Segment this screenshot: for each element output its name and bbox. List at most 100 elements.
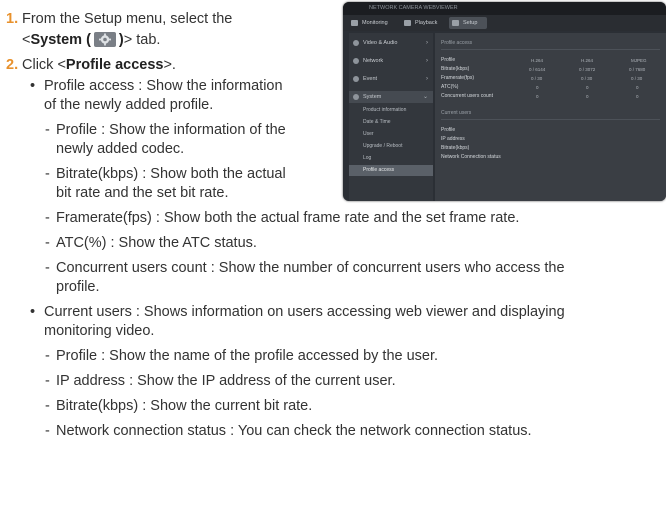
current-item-ip: IP address : Show the IP address of the … [56, 373, 396, 389]
cell: 0 [586, 94, 589, 99]
network-icon [353, 58, 359, 64]
chevron-right-icon: › [426, 40, 428, 46]
step-text-end: >. [163, 57, 176, 73]
profile-access-label: Profile access [65, 57, 164, 73]
sidebar-item-video-audio[interactable]: Video & Audio › [349, 37, 433, 49]
chevron-down-icon: ⌄ [422, 94, 428, 100]
tab-label: Setup [463, 20, 478, 26]
dash-mark: - [45, 166, 50, 182]
sidebar-label: Event [363, 76, 378, 82]
bullet-mark: • [30, 78, 36, 94]
dash-mark: - [45, 260, 50, 276]
col-header: MJPEG [631, 58, 647, 63]
cell: 0 / 30 [531, 76, 543, 81]
gear-icon [93, 32, 116, 47]
table-row: Network Connection status [441, 153, 661, 162]
profile-item-bitrate: Bitrate(kbps) : Show both the actual [56, 166, 286, 182]
bullet-profile-access: • [30, 77, 35, 95]
section-profile-access: Profile access [441, 40, 473, 46]
step-2-line: 2. Click <Profile access>. [6, 56, 176, 74]
current-item-profile: Profile : Show the name of the profile a… [56, 348, 439, 364]
submenu-date-time[interactable]: Date & Time [349, 117, 433, 128]
webviewer-main-panel: Profile access Profile H.264 H.264 MJPEG… [435, 33, 666, 201]
tab-label: Monitoring [362, 20, 388, 26]
cell: 0 [536, 94, 539, 99]
tab-suffix: > tab. [123, 32, 161, 48]
row-label: Profile [441, 57, 456, 63]
tab-playback[interactable]: Playback [401, 17, 446, 29]
sidebar-item-event[interactable]: Event › [349, 73, 433, 85]
dash-mark: - [45, 348, 50, 364]
table-row: Bitrate(kbps) 0 / 6144 0 / 3072 0 / 7680 [441, 65, 661, 74]
col-header: H.264 [581, 58, 594, 63]
profile-item-concurrent: Concurrent users count : Show the number… [56, 260, 565, 276]
step-1-line-1: 1. From the Setup menu, select the [6, 10, 232, 28]
divider [441, 119, 660, 120]
dash-mark: - [45, 398, 50, 414]
profile-item-framerate: Framerate(fps) : Show both the actual fr… [56, 210, 520, 226]
webviewer-sidebar: Video & Audio › Network › Event › System ⌄ P… [349, 33, 433, 201]
profile-access-line-1: Profile access : Show the information [44, 78, 283, 94]
cell: 0 [536, 85, 539, 90]
current-item-bitrate: Bitrate(kbps) : Show the current bit rat… [56, 398, 313, 414]
table-row: Framerate(fps) 0 / 30 0 / 30 0 / 30 [441, 74, 661, 83]
step-1-line-2: <System ()> tab. [22, 31, 160, 49]
bullet-current-users: • [30, 303, 35, 321]
dash-mark: - [45, 210, 50, 226]
row-label: ATC(%) [441, 84, 459, 90]
section-current-users: Current users [441, 110, 472, 116]
table-row: Bitrate(kbps) [441, 144, 661, 153]
cell: 0 [636, 94, 639, 99]
table-row: Profile [441, 126, 661, 135]
webviewer-tabs: Monitoring Playback Setup [343, 15, 666, 31]
col-header: H.264 [531, 58, 544, 63]
chevron-right-icon: › [426, 76, 428, 82]
cell: 0 [636, 85, 639, 90]
dash-mark: - [45, 423, 50, 439]
tab-setup[interactable]: Setup [449, 17, 487, 29]
step-number: 1. [6, 11, 19, 27]
profile-item-profile-cont: newly added codec. [56, 141, 185, 157]
cell: 0 / 7680 [629, 67, 646, 72]
monitor-icon [351, 20, 358, 26]
cell: 0 / 30 [581, 76, 593, 81]
submenu-product-information[interactable]: Product information [349, 105, 433, 116]
system-tab-label: System ( [30, 32, 91, 48]
submenu-profile-access[interactable]: Profile access [349, 165, 433, 176]
submenu-user[interactable]: User [349, 129, 433, 140]
tab-monitoring[interactable]: Monitoring [348, 17, 398, 29]
current-item-network: Network connection status : You can chec… [56, 423, 532, 439]
playback-icon [404, 20, 411, 26]
divider [441, 49, 660, 50]
setup-icon [452, 20, 459, 26]
dash-mark: - [45, 235, 50, 251]
dash-mark: - [45, 373, 50, 389]
row-label: Bitrate(kbps) [441, 66, 470, 72]
step-text: From the Setup menu, select the [22, 11, 233, 27]
webviewer-title: NETWORK CAMERA WEBVIEWER [343, 2, 666, 15]
profile-access-line-2: of the newly added profile. [44, 97, 214, 113]
profile-item-profile: Profile : Show the information of the [56, 122, 286, 138]
tab-label: Playback [415, 20, 438, 26]
sidebar-item-network[interactable]: Network › [349, 55, 433, 67]
bullet-mark: • [30, 304, 36, 320]
profile-item-bitrate-cont: bit rate and the set bit rate. [56, 185, 229, 201]
table-row: Concurrent users count 0 0 0 [441, 92, 661, 101]
step-number: 2. [6, 57, 19, 73]
table-row: ATC(%) 0 0 0 [441, 83, 661, 92]
event-icon [353, 76, 359, 82]
submenu-log[interactable]: Log [349, 153, 433, 164]
row-label: Concurrent users count [441, 93, 493, 99]
webviewer-screenshot: NETWORK CAMERA WEBVIEWER Monitoring Play… [343, 2, 666, 201]
table-row: Profile H.264 H.264 MJPEG [441, 56, 661, 65]
profile-item-atc: ATC(%) : Show the ATC status. [56, 235, 257, 251]
current-users-line-2: monitoring video. [44, 323, 155, 339]
profile-item-concurrent-cont: profile. [56, 279, 100, 295]
cell: 0 / 3072 [579, 67, 596, 72]
sidebar-item-system[interactable]: System ⌄ [349, 91, 433, 103]
sidebar-label: Video & Audio [363, 40, 398, 46]
submenu-upgrade-reboot[interactable]: Upgrade / Reboot [349, 141, 433, 152]
sidebar-label: Network [363, 58, 384, 64]
table-row: IP address [441, 135, 661, 144]
row-label: Network Connection status [441, 154, 501, 160]
